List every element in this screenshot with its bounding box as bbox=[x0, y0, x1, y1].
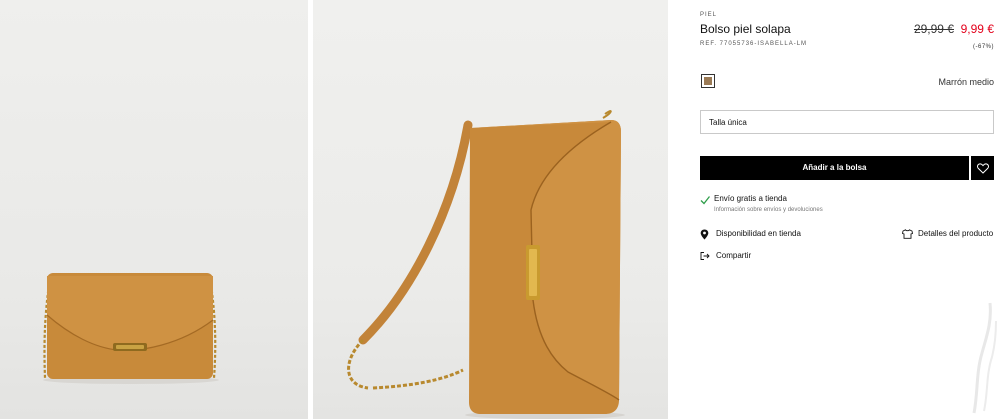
location-pin-icon bbox=[700, 229, 709, 240]
product-details-link[interactable]: Detalles del producto bbox=[902, 229, 996, 241]
product-image-front[interactable] bbox=[0, 0, 308, 419]
check-icon bbox=[700, 196, 710, 205]
store-availability-label: Disponibilidad en tienda bbox=[716, 229, 801, 238]
shipping-info-link[interactable]: Información sobre envíos y devoluciones bbox=[714, 207, 823, 213]
shirt-icon bbox=[902, 229, 913, 239]
product-gallery bbox=[0, 0, 668, 419]
favorite-button[interactable] bbox=[971, 156, 994, 180]
color-swatch[interactable] bbox=[701, 74, 715, 88]
product-image-side[interactable] bbox=[313, 0, 668, 419]
share-link[interactable]: Compartir bbox=[700, 251, 770, 263]
share-icon bbox=[700, 252, 710, 260]
product-info-panel: PIEL Bolso piel solapa REF. 77055736-ISA… bbox=[668, 0, 1000, 419]
add-to-bag-button[interactable]: Añadir a la bolsa bbox=[700, 156, 969, 180]
product-category: PIEL bbox=[700, 12, 718, 18]
product-reference: REF. 77055736-ISABELLA-LM bbox=[700, 41, 808, 47]
heart-icon bbox=[976, 162, 989, 174]
bag-front-illustration bbox=[43, 273, 219, 384]
product-details-label: Detalles del producto bbox=[918, 229, 994, 238]
product-title: Bolso piel solapa bbox=[700, 22, 791, 36]
color-swatch-fill bbox=[704, 77, 712, 85]
discount-badge: (-67%) bbox=[972, 44, 994, 50]
color-name: Marrón medio bbox=[938, 77, 994, 87]
original-price: 29,99 € bbox=[913, 22, 954, 36]
share-label: Compartir bbox=[716, 251, 752, 260]
shipping-title: Envío gratis a tienda bbox=[714, 194, 787, 203]
sale-price: 9,99 € bbox=[960, 22, 994, 36]
store-availability-link[interactable]: Disponibilidad en tienda bbox=[700, 229, 820, 241]
bag-side-illustration bbox=[347, 110, 625, 419]
size-selector[interactable]: Talla única bbox=[700, 110, 994, 134]
